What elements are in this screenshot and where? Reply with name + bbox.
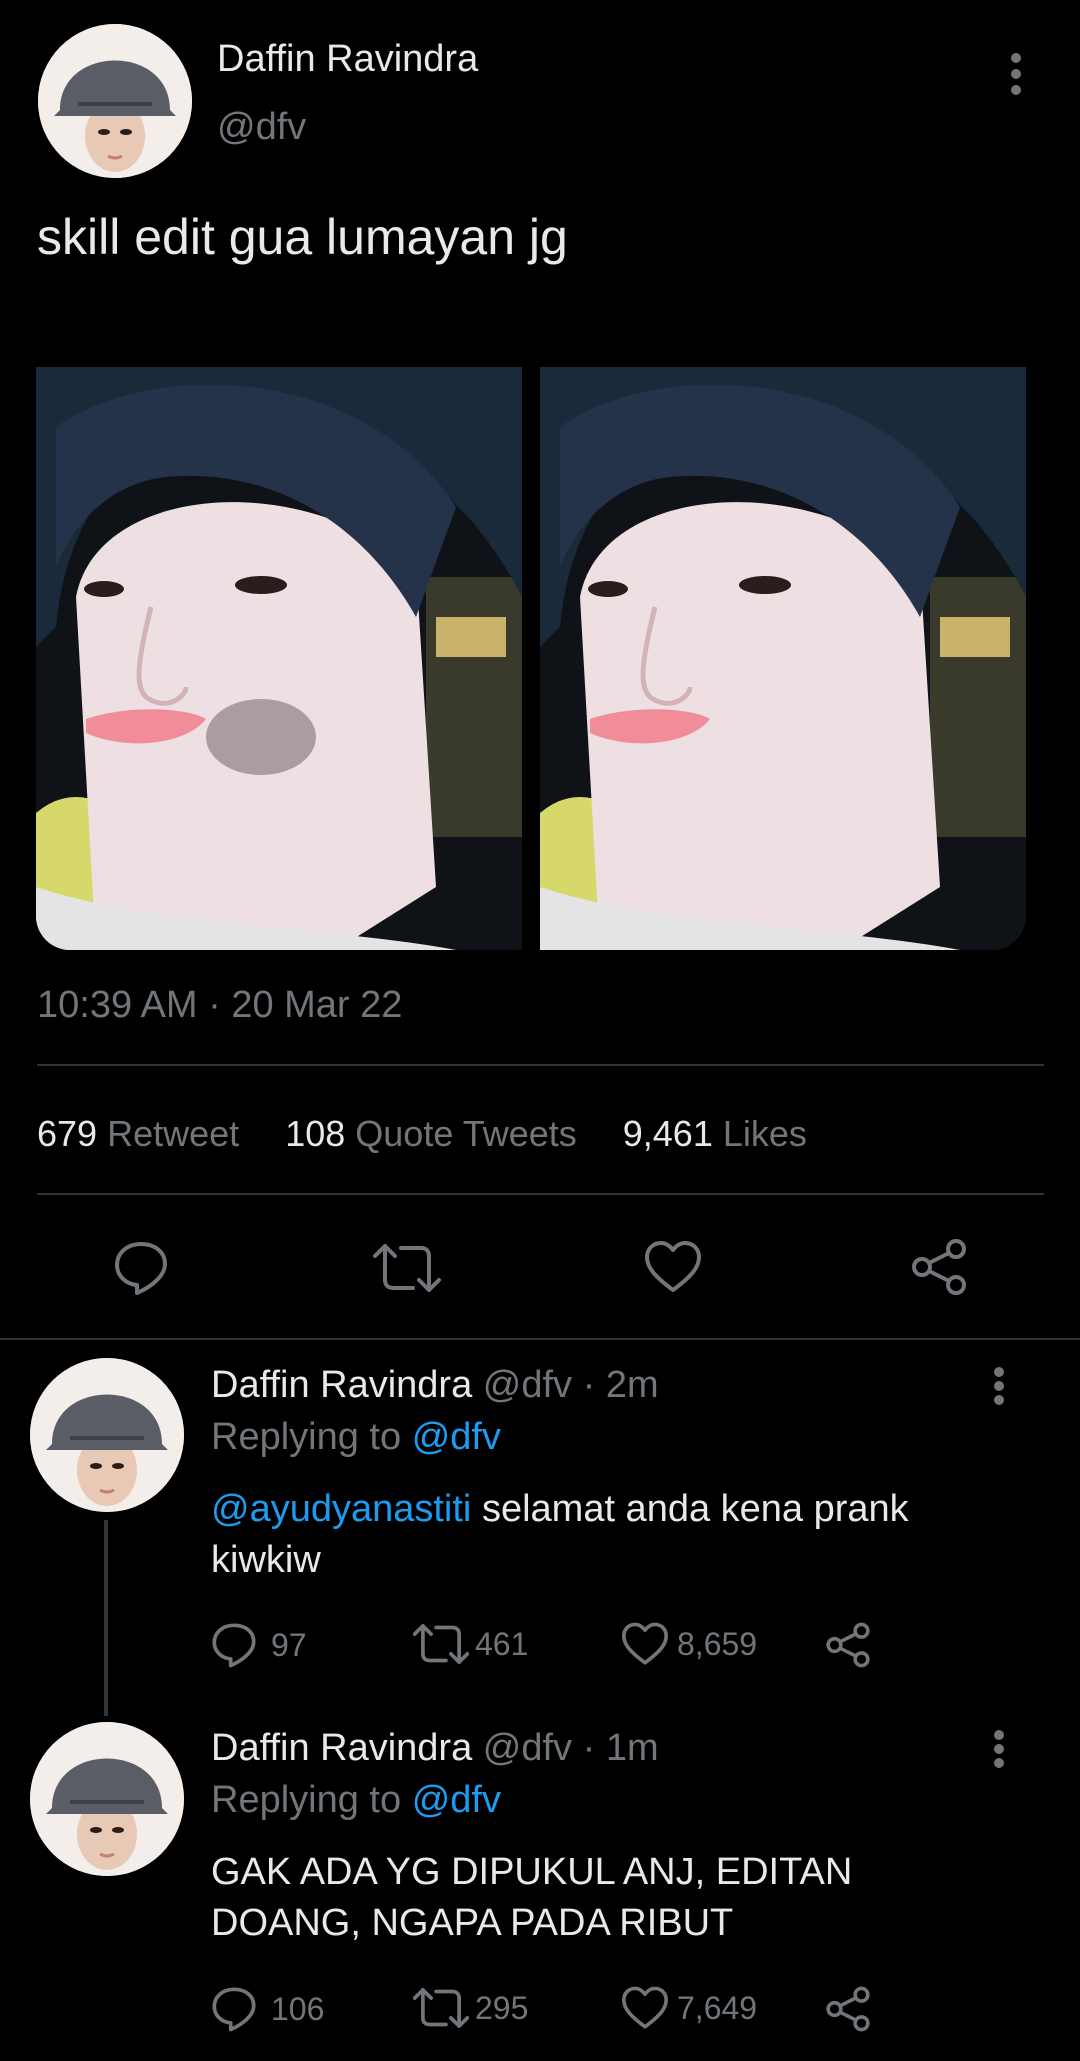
quotes-count: 108 <box>285 1113 346 1154</box>
replying-to-label: Replying to <box>211 1416 402 1458</box>
reply-action-reply[interactable]: 97 <box>211 1622 307 1668</box>
quotes-label: Quote Tweets <box>355 1113 577 1154</box>
reply-action-reply[interactable]: 106 <box>211 1986 324 2032</box>
tweet-text: skill edit gua lumayan jg <box>37 209 568 265</box>
reply-actions: 97 461 8,659 <box>211 1620 871 1670</box>
replying-to-handle[interactable]: @dfv <box>412 1779 501 1821</box>
like-icon <box>621 1986 669 2030</box>
likes-label: Likes <box>722 1113 807 1154</box>
reply-icon <box>211 1986 257 2032</box>
retweets-label: Retweet <box>107 1113 240 1154</box>
retweets-count: 679 <box>37 1113 98 1154</box>
reply-avatar[interactable] <box>30 1722 184 1876</box>
reply-text-line1: GAK ADA YG DIPUKUL ANJ, EDITAN <box>211 1851 853 1893</box>
tweet-photo-right[interactable] <box>540 367 1026 950</box>
retweet-count: 461 <box>475 1625 529 1662</box>
reply-header: Daffin Ravindra @dfv · 1m <box>211 1727 659 1770</box>
reply-count: 97 <box>271 1626 307 1663</box>
likes-stat[interactable]: 9,461 Likes <box>623 1113 807 1154</box>
more-options-icon[interactable] <box>989 1729 1009 1769</box>
reply-icon[interactable] <box>113 1240 169 1296</box>
like-icon <box>621 1622 669 1666</box>
share-icon[interactable] <box>825 1622 871 1668</box>
retweets-stat[interactable]: 679 Retweet <box>37 1113 239 1154</box>
mention-link[interactable]: @ayudyanastiti <box>211 1488 471 1530</box>
likes-count: 9,461 <box>622 1113 713 1154</box>
reply-meta[interactable]: @dfv · 1m <box>483 1727 659 1769</box>
divider <box>0 1338 1080 1340</box>
like-count: 8,659 <box>677 1625 758 1662</box>
replying-to-label: Replying to <box>211 1779 402 1821</box>
quotes-stat[interactable]: 108 Quote Tweets <box>285 1113 577 1154</box>
retweet-icon[interactable] <box>373 1242 441 1294</box>
retweet-icon <box>413 1986 469 2030</box>
like-icon[interactable] <box>644 1240 702 1294</box>
reply-actions: 106 295 7,649 <box>211 1984 871 2034</box>
replying-to: Replying to @dfv <box>211 1416 501 1459</box>
reply-action-like[interactable]: 8,659 <box>621 1622 757 1666</box>
share-icon[interactable] <box>910 1238 968 1296</box>
reply-action-retweet[interactable]: 461 <box>413 1622 528 1666</box>
reply-text-line1: selamat anda kena prank <box>471 1488 909 1530</box>
reply-meta[interactable]: @dfv · 2m <box>483 1364 659 1406</box>
divider <box>37 1193 1044 1195</box>
thread-line <box>104 1520 108 1716</box>
reply-author-name[interactable]: Daffin Ravindra <box>211 1727 472 1769</box>
reply-text: GAK ADA YG DIPUKUL ANJ, EDITAN DOANG, NG… <box>211 1847 852 1949</box>
reply-icon <box>211 1622 257 1668</box>
reply-header: Daffin Ravindra @dfv · 2m <box>211 1364 659 1407</box>
reply-action-retweet[interactable]: 295 <box>413 1986 528 2030</box>
reply-text-line2: kiwkiw <box>211 1539 321 1581</box>
engagement-stats: 679 Retweet 108 Quote Tweets 9,461 Likes <box>37 1113 807 1155</box>
share-icon[interactable] <box>825 1986 871 2032</box>
divider <box>37 1064 1044 1066</box>
reply-action-like[interactable]: 7,649 <box>621 1986 757 2030</box>
tweet-photo-left[interactable] <box>36 367 522 950</box>
author-handle[interactable]: @dfv <box>217 106 306 149</box>
more-options-icon[interactable] <box>989 1366 1009 1406</box>
author-name[interactable]: Daffin Ravindra <box>217 38 478 81</box>
replying-to-handle[interactable]: @dfv <box>412 1416 501 1458</box>
retweet-count: 295 <box>475 1989 529 2026</box>
reply-author-name[interactable]: Daffin Ravindra <box>211 1364 472 1406</box>
reply-text-line2: DOANG, NGAPA PADA RIBUT <box>211 1902 734 1944</box>
tweet-timestamp[interactable]: 10:39 AM · 20 Mar 22 <box>37 984 402 1027</box>
replying-to: Replying to @dfv <box>211 1779 501 1822</box>
more-options-icon[interactable] <box>1006 52 1026 96</box>
reply-text: @ayudyanastiti selamat anda kena prank k… <box>211 1484 909 1586</box>
reply-avatar[interactable] <box>30 1358 184 1512</box>
like-count: 7,649 <box>677 1989 758 2026</box>
reply-count: 106 <box>271 1990 325 2027</box>
author-avatar[interactable] <box>38 24 192 178</box>
retweet-icon <box>413 1622 469 1666</box>
